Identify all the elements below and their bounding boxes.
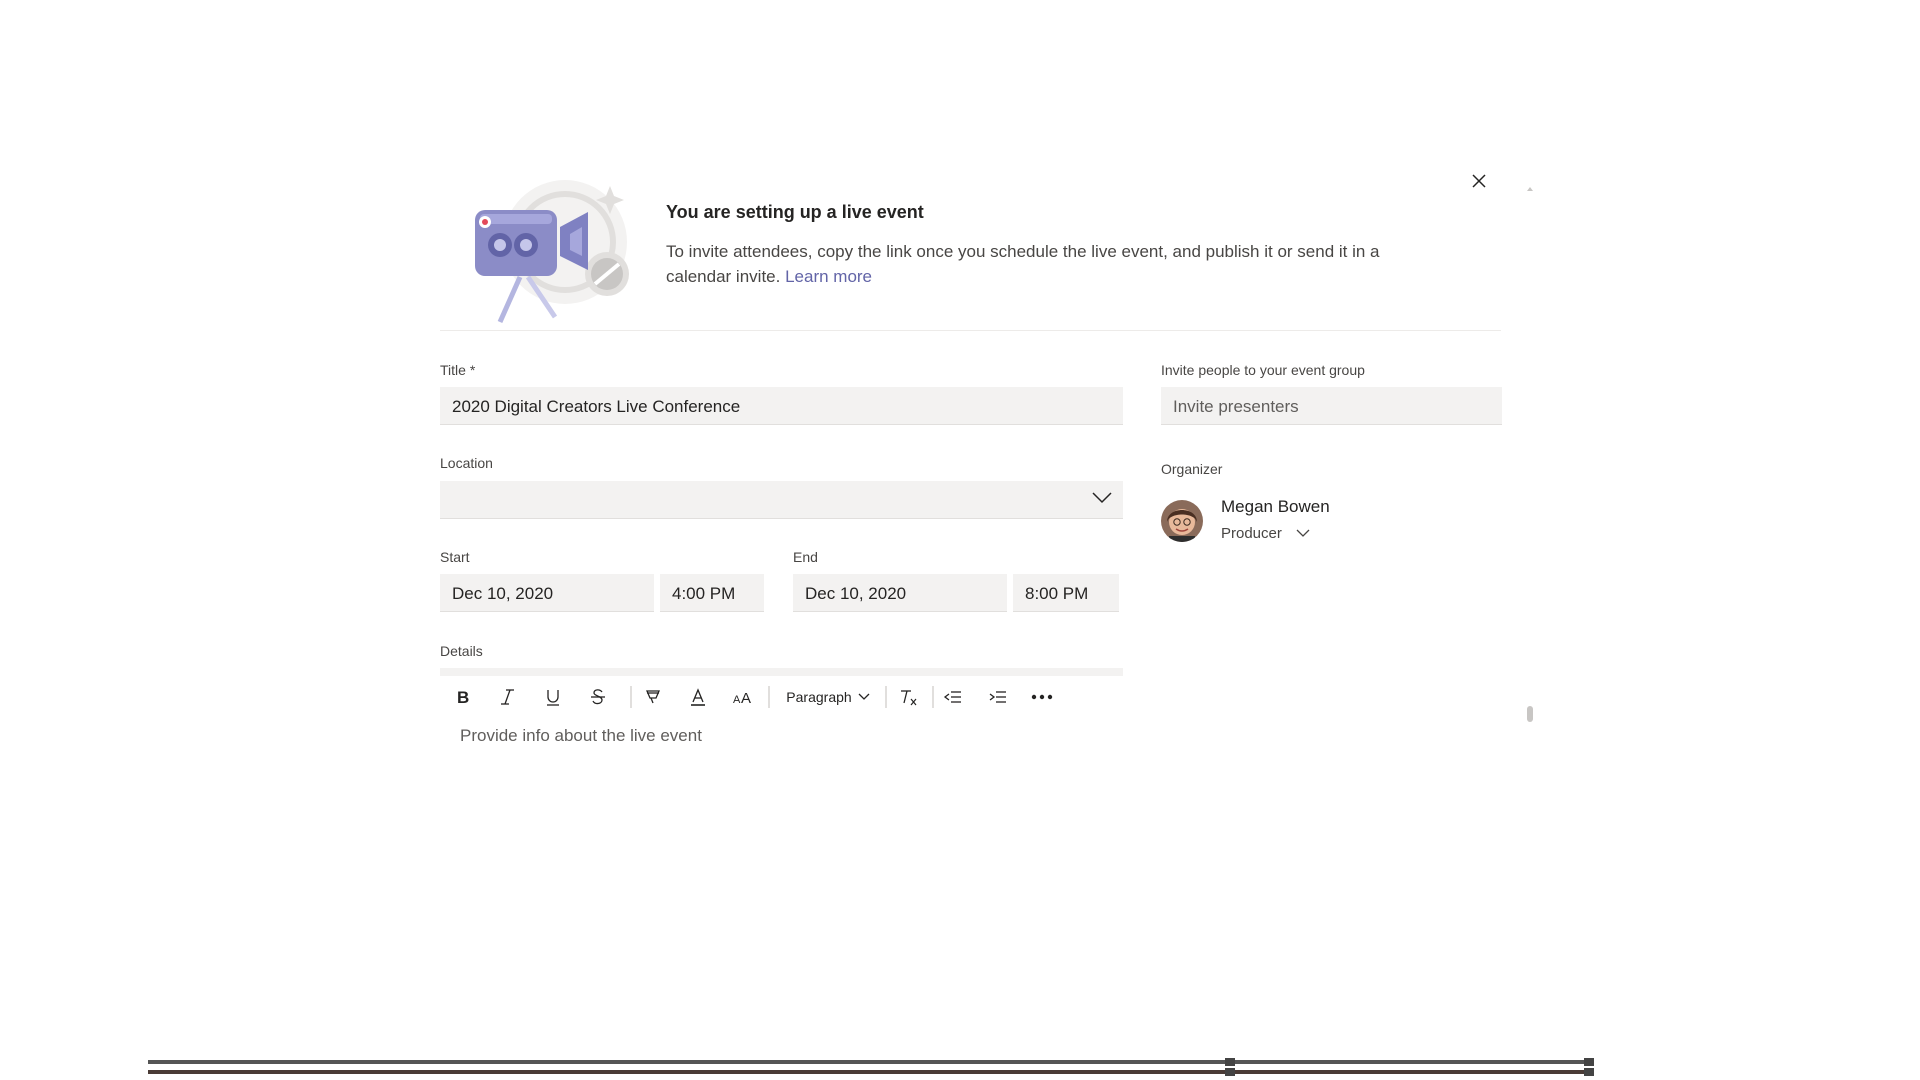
details-label: Details — [440, 643, 483, 659]
banner-title: You are setting up a live event — [666, 202, 924, 222]
clear-formatting-icon — [901, 690, 917, 706]
svg-text:A: A — [741, 690, 751, 706]
font-size-icon: AA — [733, 690, 751, 706]
toolbar-separator — [885, 686, 887, 708]
decrease-indent-icon — [943, 691, 961, 703]
invite-presenters-input[interactable]: Invite presenters — [1161, 387, 1502, 425]
toolbar-separator — [768, 686, 770, 708]
close-button[interactable] — [1464, 166, 1494, 196]
underline-icon — [547, 690, 559, 706]
more-options-button[interactable] — [1028, 683, 1056, 711]
paragraph-style-label: Paragraph — [786, 689, 852, 705]
scrollbar-up-arrow[interactable] — [1526, 180, 1534, 191]
decrease-indent-button[interactable] — [940, 683, 966, 711]
live-event-camera-illustration — [470, 172, 630, 324]
end-date-picker[interactable]: Dec 10, 2020 — [793, 574, 1007, 612]
title-label: Title * — [440, 362, 476, 378]
banner-description: To invite attendees, copy the link once … — [666, 239, 1446, 289]
chevron-down-icon — [1296, 529, 1310, 537]
clear-formatting-button[interactable] — [895, 683, 921, 711]
end-label: End — [793, 549, 818, 565]
invite-people-label: Invite people to your event group — [1161, 362, 1365, 378]
organizer-name: Megan Bowen — [1221, 497, 1330, 516]
organizer-role-label: Producer — [1221, 525, 1282, 542]
title-input[interactable]: 2020 Digital Creators Live Conference — [440, 387, 1123, 425]
chevron-down-icon — [858, 693, 870, 700]
organizer-avatar — [1161, 500, 1203, 542]
end-time-picker[interactable]: 8:00 PM — [1013, 574, 1119, 612]
underline-button[interactable] — [540, 683, 566, 711]
more-options-icon — [1031, 694, 1053, 700]
location-dropdown[interactable] — [440, 481, 1123, 519]
live-event-banner: You are setting up a live event To invit… — [440, 166, 1501, 331]
details-editor[interactable]: Provide info about the live event — [460, 726, 702, 746]
scrollbar-thumb[interactable] — [1527, 706, 1533, 722]
organizer-label: Organizer — [1161, 461, 1223, 477]
organizer-role-dropdown[interactable]: Producer — [1221, 525, 1310, 542]
paragraph-style-dropdown[interactable]: Paragraph — [780, 683, 876, 711]
location-label: Location — [440, 455, 493, 471]
details-editor-top-border — [440, 668, 1123, 676]
svg-text:B: B — [457, 688, 469, 706]
italic-icon — [501, 689, 514, 705]
start-label: Start — [440, 549, 470, 565]
chevron-down-icon — [1092, 492, 1112, 504]
font-color-button[interactable] — [685, 683, 711, 711]
start-time-picker[interactable]: 4:00 PM — [660, 574, 764, 612]
highlight-icon — [646, 690, 660, 704]
toolbar-separator — [932, 686, 934, 708]
strikethrough-button[interactable] — [585, 683, 611, 711]
italic-button[interactable] — [495, 683, 521, 711]
increase-indent-button[interactable] — [985, 683, 1011, 711]
banner-description-text: To invite attendees, copy the link once … — [666, 242, 1380, 286]
learn-more-link[interactable]: Learn more — [785, 267, 872, 286]
highlight-button[interactable] — [640, 683, 666, 711]
details-formatting-toolbar: B AA Paragraph — [440, 676, 1123, 720]
bottom-scroll-bars — [148, 1058, 1594, 1076]
close-icon — [1472, 174, 1486, 188]
strikethrough-icon — [591, 689, 605, 705]
toolbar-separator — [630, 686, 632, 708]
start-date-picker[interactable]: Dec 10, 2020 — [440, 574, 654, 612]
font-color-icon — [691, 688, 705, 706]
svg-text:A: A — [733, 694, 741, 706]
increase-indent-icon — [989, 691, 1006, 703]
bold-icon: B — [457, 688, 469, 706]
font-size-button[interactable]: AA — [730, 683, 756, 711]
bold-button[interactable]: B — [450, 683, 476, 711]
